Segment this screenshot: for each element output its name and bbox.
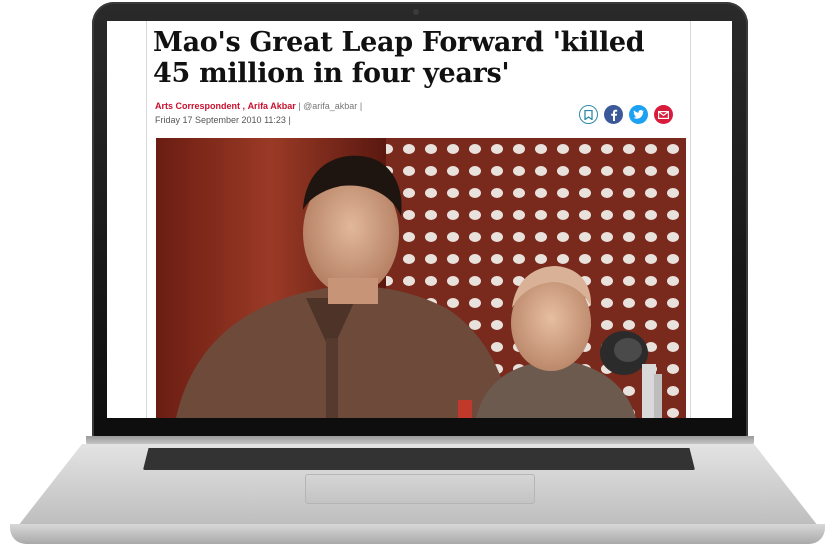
article-column: Mao's Great Leap Forward 'killed 45 mill… (146, 21, 691, 418)
laptop-trackpad (305, 474, 535, 504)
publish-date-text: Friday 17 September 2010 11:23 (155, 115, 286, 125)
facebook-share-button[interactable] (604, 105, 623, 124)
email-share-button[interactable] (654, 105, 673, 124)
byline-divider: | (298, 101, 301, 111)
laptop-keyboard (143, 448, 695, 470)
laptop-screen: Mao's Great Leap Forward 'killed 45 mill… (107, 21, 732, 418)
twitter-share-button[interactable] (629, 105, 648, 124)
laptop-base-edge (10, 524, 825, 544)
author-name-link[interactable]: Arifa Akbar (248, 101, 296, 111)
byline-separator: , (242, 101, 246, 111)
speaker-photo-illustration (156, 138, 686, 418)
twitter-icon (633, 110, 644, 119)
bookmark-icon (584, 109, 593, 120)
webcam (413, 9, 419, 15)
date-divider: | (288, 115, 291, 125)
bookmark-button[interactable] (579, 105, 598, 124)
byline-trailing-divider: | (359, 101, 363, 111)
author-role-link[interactable]: Arts Correspondent (155, 101, 240, 111)
mail-icon (658, 110, 669, 119)
article-headline: Mao's Great Leap Forward 'killed 45 mill… (153, 27, 645, 89)
article-hero-image (156, 138, 686, 418)
publish-date: Friday 17 September 2010 11:23 | (155, 115, 291, 125)
author-twitter-handle[interactable]: @arifa_akbar (303, 101, 357, 111)
share-buttons (579, 105, 673, 124)
byline: Arts Correspondent , Arifa Akbar | @arif… (155, 101, 362, 111)
facebook-icon (610, 109, 617, 121)
